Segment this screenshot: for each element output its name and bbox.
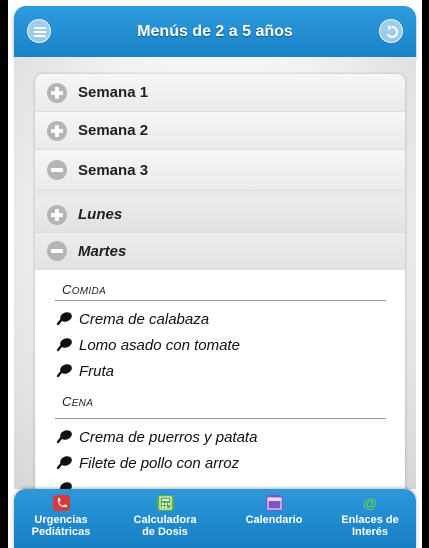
calculator-icon — [156, 495, 174, 511]
minus-circle-icon — [47, 241, 67, 261]
back-button[interactable] — [379, 19, 403, 43]
bottom-nav: Urgencias Pediátricas Calculadora de Dos… — [14, 489, 416, 548]
accordion-week-2[interactable]: Semana 2 — [35, 112, 405, 150]
list-item: Lomo asado con tomate — [35, 332, 405, 358]
tab-label: Calculadora — [133, 514, 197, 526]
tab-label: Urgencias — [34, 514, 88, 526]
menu-panel: Semana 1 Semana 2 Semana 3 Lunes Martes … — [35, 74, 405, 494]
tab-label: Enlaces de — [341, 514, 399, 526]
accordion-week-3[interactable]: Semana 3 — [35, 150, 405, 191]
week-label: Semana 1 — [78, 84, 149, 101]
list-item: Filete de pollo con arroz — [35, 450, 405, 476]
at-sign-icon: @ — [363, 495, 377, 511]
week-label: Semana 2 — [78, 122, 149, 139]
drumstick-icon — [56, 456, 72, 470]
back-arrow-icon — [386, 25, 399, 38]
tab-label: Calendario — [245, 514, 303, 526]
tab-label-line2: de Dosis — [142, 526, 188, 538]
minus-circle-icon — [47, 160, 67, 180]
tab-urgencias-pediatricas[interactable]: Urgencias Pediátricas — [22, 495, 100, 538]
tab-enlaces-de-interes[interactable]: @ Enlaces de Interés — [330, 495, 410, 538]
section-heading-cena: CENA — [62, 394, 94, 409]
day-label: Martes — [78, 242, 127, 260]
page-title: Menús de 2 a 5 años — [137, 23, 293, 40]
day-label: Lunes — [78, 206, 123, 223]
drumstick-icon — [56, 430, 72, 444]
drumstick-icon — [56, 312, 72, 326]
list-item: Crema de calabaza — [35, 306, 405, 332]
day-menu-content: COMIDA Crema de calabaza Lomo asado con … — [35, 270, 405, 494]
accordion-week-1[interactable]: Semana 1 — [35, 74, 405, 112]
calendar-icon — [265, 495, 283, 511]
tab-label-line2: Pediátricas — [31, 526, 91, 538]
drumstick-icon — [56, 338, 72, 352]
drumstick-icon — [56, 364, 72, 378]
header-bar: Menús de 2 a 5 años — [14, 6, 416, 57]
app-frame: Menús de 2 a 5 años Semana 1 Semana 2 Se… — [8, 0, 422, 548]
tab-label-line2: Interés — [351, 526, 389, 538]
phone-icon — [52, 495, 70, 511]
tab-calculadora-de-dosis[interactable]: Calculadora de Dosis — [122, 495, 208, 538]
accordion-day-lunes[interactable]: Lunes — [35, 197, 405, 233]
section-heading-comida: COMIDA — [62, 282, 106, 297]
accordion-day-martes[interactable]: Martes — [35, 233, 405, 270]
plus-circle-icon — [47, 204, 67, 225]
week-label: Semana 3 — [78, 161, 149, 179]
plus-circle-icon — [47, 120, 67, 141]
tab-calendario[interactable]: Calendario — [234, 495, 314, 526]
list-item: Crema de puerros y patata — [35, 424, 405, 450]
plus-circle-icon — [47, 82, 67, 103]
list-item: Fruta — [35, 358, 405, 384]
